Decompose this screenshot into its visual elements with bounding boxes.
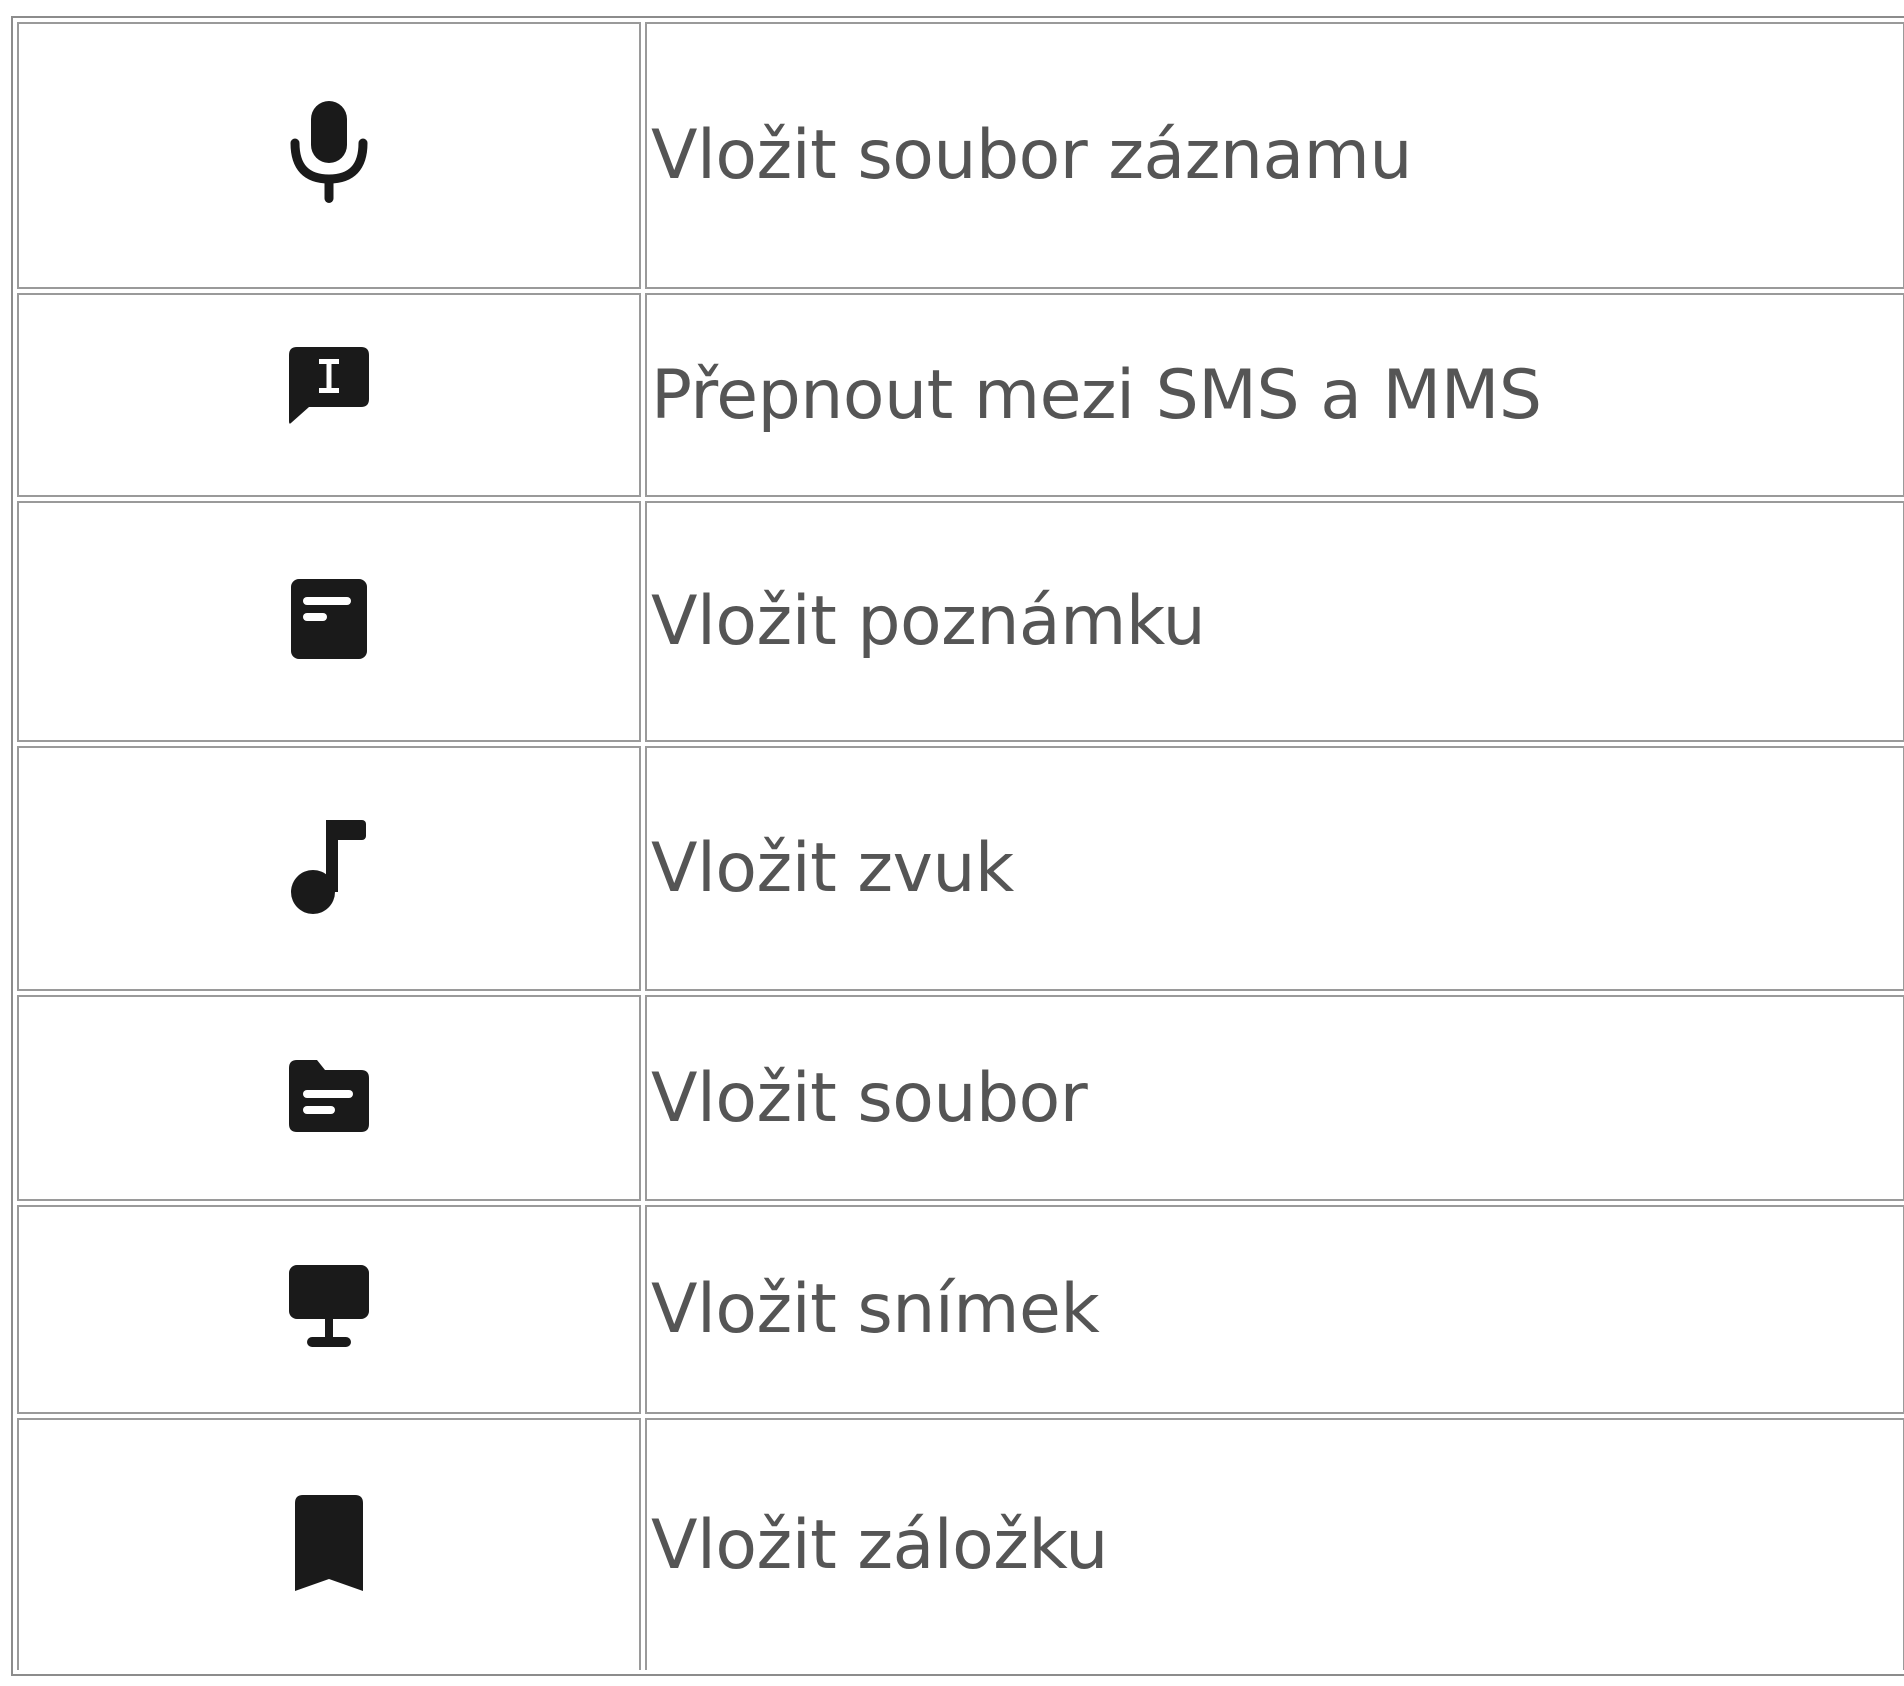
row-label: Vložit zvuk <box>645 746 1904 991</box>
music-note-icon <box>281 810 377 922</box>
icon-legend-table: Vložit soubor záznamu Přepnout mezi SMS … <box>11 16 1904 1676</box>
icon-cell <box>17 1205 641 1414</box>
note-icon <box>281 563 377 675</box>
row-label: Vložit soubor záznamu <box>645 22 1904 289</box>
row-label: Přepnout mezi SMS a MMS <box>645 293 1904 497</box>
icon-cell <box>17 501 641 742</box>
table-row: Vložit soubor záznamu <box>17 22 1904 289</box>
icon-cell <box>17 746 641 991</box>
table-row: Vložit záložku <box>17 1418 1904 1670</box>
folder-file-icon <box>281 1040 377 1152</box>
icon-cell <box>17 22 641 289</box>
table-row: Vložit poznámku <box>17 501 1904 742</box>
icon-cell <box>17 293 641 497</box>
microphone-icon <box>281 97 377 209</box>
bookmark-icon <box>281 1487 377 1599</box>
message-text-icon <box>281 337 377 449</box>
row-label: Vložit snímek <box>645 1205 1904 1414</box>
table-row: Přepnout mezi SMS a MMS <box>17 293 1904 497</box>
table-row: Vložit soubor <box>17 995 1904 1201</box>
row-label: Vložit soubor <box>645 995 1904 1201</box>
slide-presentation-icon <box>281 1251 377 1363</box>
icon-cell <box>17 1418 641 1670</box>
row-label: Vložit záložku <box>645 1418 1904 1670</box>
table-row: Vložit zvuk <box>17 746 1904 991</box>
table-row: Vložit snímek <box>17 1205 1904 1414</box>
row-label: Vložit poznámku <box>645 501 1904 742</box>
icon-cell <box>17 995 641 1201</box>
